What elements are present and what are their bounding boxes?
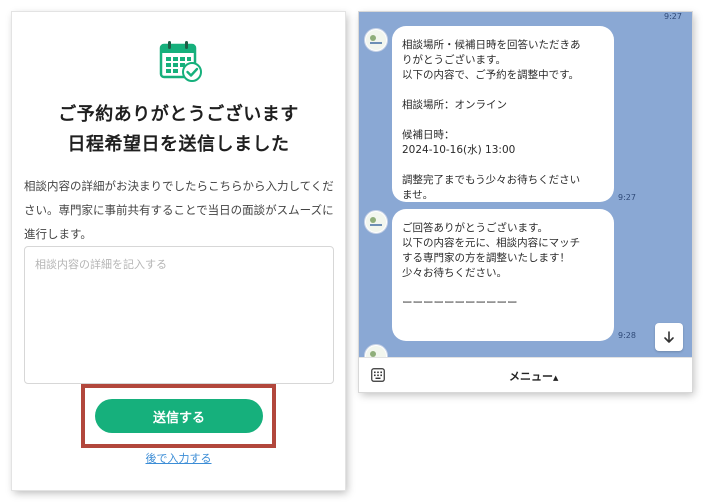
- message-line: [402, 113, 604, 128]
- message-bubble: 相談場所・候補日時を回答いただきあ りがとうございます。 以下の内容で、ご予約を…: [392, 26, 614, 202]
- message-time: 9:27: [664, 12, 682, 21]
- chat-message-area[interactable]: 9:27 相談場所・候補日時を回答いただきあ りがとうございます。 以下の内容で…: [359, 12, 692, 357]
- message-line: [402, 281, 604, 296]
- calendar-check-icon: [159, 41, 202, 82]
- menu-toggle[interactable]: メニュー▲: [509, 368, 558, 384]
- message-line: りがとうございます。: [402, 54, 506, 66]
- avatar: [364, 344, 388, 357]
- message-line: ご回答ありがとうございます。: [402, 222, 548, 234]
- message-time: 9:28: [618, 331, 636, 340]
- message-line: [402, 158, 604, 173]
- page-title: ご予約ありがとうございます: [58, 104, 299, 125]
- message-time: 9:27: [618, 193, 636, 202]
- message-bubble: ご回答ありがとうございます。 以下の内容を元に、相談内容にマッチ する専門家の方…: [392, 209, 614, 341]
- avatar: [364, 28, 388, 52]
- avatar: [364, 210, 388, 234]
- message-line: 少々お待ちください。: [402, 267, 507, 279]
- reservation-confirmation-panel: ご予約ありがとうございます 日程希望日を送信しました 相談内容の詳細がお決まりで…: [12, 12, 345, 490]
- submit-button[interactable]: 送信する: [95, 399, 263, 433]
- message-line: ませ。: [402, 189, 434, 201]
- message-line: する専門家の方を調整いたします！: [402, 252, 570, 264]
- chat-bottom-bar: メニュー▲: [359, 357, 692, 392]
- consultation-details-input[interactable]: 相談内容の詳細を記入する: [24, 246, 334, 384]
- arrow-down-icon: [664, 331, 674, 343]
- message-line: 調整完了までもう少々お待ちください: [402, 174, 581, 186]
- message-line: [402, 83, 604, 98]
- menu-label: メニュー: [509, 370, 553, 383]
- message-line: 相談場所：オンライン: [402, 99, 507, 111]
- enter-later-link[interactable]: 後で入力する: [12, 450, 345, 466]
- message-line: 候補日時：: [402, 129, 455, 141]
- message-line: 以下の内容を元に、相談内容にマッチ: [402, 237, 581, 249]
- scroll-to-bottom-button[interactable]: [655, 323, 683, 351]
- page-subtitle: 日程希望日を送信しました: [67, 134, 290, 155]
- description-text: 相談内容の詳細がお決まりでしたらこちらから入力してください。専門家に事前共有する…: [24, 179, 334, 241]
- chat-panel: 9:27 相談場所・候補日時を回答いただきあ りがとうございます。 以下の内容で…: [359, 12, 692, 392]
- message-line: ーーーーーーーーーーー: [402, 297, 518, 309]
- message-line: 相談場所・候補日時を回答いただきあ: [402, 39, 581, 51]
- message-line: 以下の内容で、ご予約を調整中です。: [402, 69, 580, 81]
- keyboard-icon[interactable]: [371, 368, 385, 382]
- message-line: 2024-10-16(水) 13:00: [402, 144, 516, 156]
- caret-up-icon: ▲: [553, 374, 559, 382]
